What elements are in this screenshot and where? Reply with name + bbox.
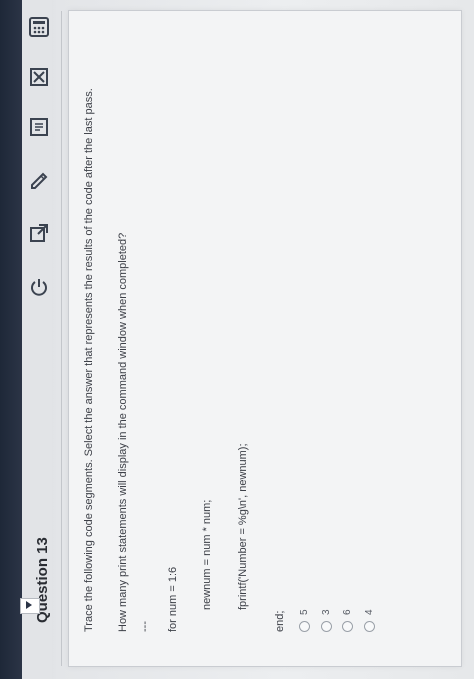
answer-option-label: 4 (364, 609, 376, 615)
answer-option[interactable]: 5 (299, 609, 313, 632)
separator-text: --- (139, 621, 151, 632)
title-divider (61, 11, 62, 666)
question-card: Trace the following code segments. Selec… (61, 10, 462, 667)
answer-option[interactable]: 4 (364, 609, 378, 632)
code-line: newnum = num * num; (201, 499, 213, 610)
radio-button[interactable] (342, 621, 353, 632)
screen: Question 13 Trace the following code seg… (0, 0, 474, 679)
answer-option[interactable]: 6 (342, 609, 356, 632)
radio-button[interactable] (364, 621, 375, 632)
code-line: fprintf('Number = %g\n', newnum); (237, 443, 249, 610)
question-panel: Question 13 Trace the following code seg… (0, 0, 474, 679)
radio-button[interactable] (321, 621, 332, 632)
prompt-text: How many print statements will display i… (117, 232, 129, 632)
radio-button[interactable] (299, 621, 310, 632)
answer-option[interactable]: 3 (321, 609, 335, 632)
answer-option-label: 3 (321, 609, 333, 615)
answer-option-label: 6 (342, 609, 354, 615)
instruction-text: Trace the following code segments. Selec… (83, 88, 95, 632)
focus-marker-icon (20, 598, 40, 614)
answer-option-label: 5 (299, 609, 311, 615)
code-line: for num = 1:6 (167, 566, 179, 632)
code-line: end; (274, 610, 286, 632)
